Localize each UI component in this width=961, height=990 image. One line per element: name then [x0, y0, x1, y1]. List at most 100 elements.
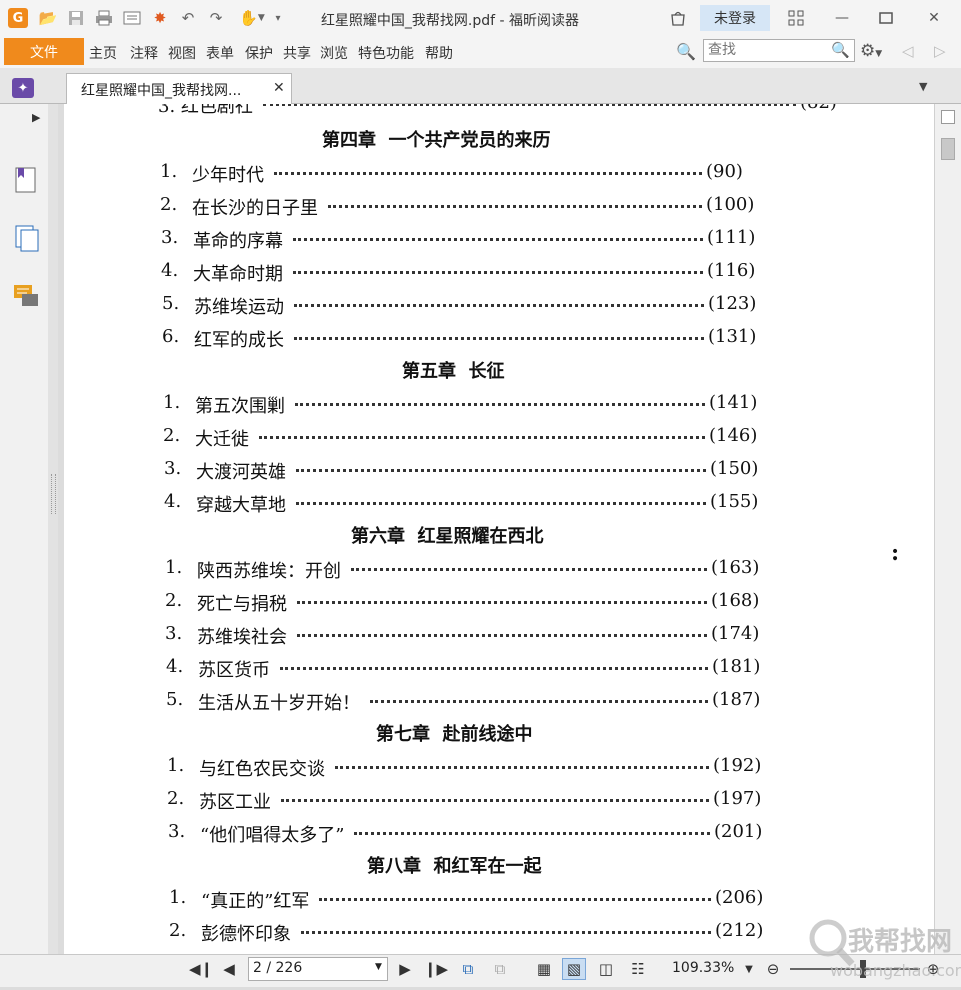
menu-features[interactable]: 特色功能 — [358, 43, 414, 63]
previous-page-icon[interactable]: ◀ — [218, 958, 240, 980]
properties-icon[interactable] — [122, 8, 142, 28]
toc-entry[interactable]: 2. 苏区工业 (197) — [167, 788, 777, 813]
toc-entry-page: (187) — [712, 689, 761, 710]
first-page-icon[interactable]: ◀❙ — [189, 958, 213, 980]
search-input[interactable] — [704, 40, 828, 60]
search-box[interactable]: 🔍 — [703, 39, 855, 62]
toc-entry[interactable]: 3. 革命的序幕 (111) — [161, 227, 771, 252]
page-number-field[interactable]: 2 / 226 ▼ — [248, 957, 388, 981]
toc-entry[interactable]: 3. 大渡河英雄 (150) — [164, 458, 774, 483]
save-icon[interactable] — [66, 8, 86, 28]
zoom-slider[interactable] — [790, 968, 920, 970]
toc-entry[interactable]: 4. 大革命时期 (116) — [161, 260, 771, 285]
next-page-icon[interactable]: ▶ — [394, 958, 416, 980]
new-file-icon[interactable]: ✸ — [150, 8, 170, 28]
store-bag-icon[interactable] — [664, 6, 692, 30]
menu-browse[interactable]: 浏览 — [320, 43, 348, 63]
continuous-page-icon[interactable]: ▧ — [562, 958, 586, 980]
zoom-dropdown-icon[interactable]: ▼ — [742, 958, 756, 980]
panel-splitter[interactable] — [48, 104, 58, 954]
scroll-up-button[interactable] — [941, 110, 955, 124]
chapter-heading: 第四章 一个共产党员的来历 — [322, 130, 551, 151]
toc-entry[interactable]: 6. 红军的成长 (131) — [162, 326, 772, 351]
toc-leader-dots — [301, 931, 711, 934]
continuous-facing-icon[interactable]: ☷ — [626, 958, 650, 980]
fullscreen-icon[interactable] — [782, 6, 810, 30]
toc-entry-page: (168) — [711, 590, 760, 611]
toc-leader-dots — [328, 205, 702, 208]
toc-leader-dots — [295, 403, 705, 406]
undo-icon[interactable]: ↶ — [178, 8, 198, 28]
scroll-thumb[interactable] — [941, 138, 955, 160]
toc-entry[interactable]: 2. 在长沙的日子里 (100) — [160, 194, 770, 219]
toc-entry[interactable]: 1. 与红色农民交谈 (192) — [167, 755, 777, 780]
toc-entry[interactable]: 4. 苏区货币 (181) — [166, 656, 776, 681]
toc-entry-title: 红军的成长 — [194, 330, 284, 351]
redo-icon[interactable]: ↷ — [206, 8, 226, 28]
print-icon[interactable] — [94, 8, 114, 28]
toc-entry[interactable]: 5. 生活从五十岁开始！ (187) — [166, 689, 776, 714]
chapter-heading: 第五章 长征 — [402, 361, 505, 382]
toc-entry-number: 5. — [162, 293, 180, 314]
toc-entry-page: (82) — [800, 104, 837, 113]
page-dropdown-icon[interactable]: ▼ — [375, 962, 382, 972]
menu-comment[interactable]: 注释 — [130, 43, 158, 63]
app-logo-icon[interactable]: G — [8, 8, 28, 28]
tab-title: 红星照耀中国_我帮找网... — [81, 83, 242, 99]
single-page-icon[interactable]: ▦ — [532, 958, 556, 980]
home-tab-icon[interactable]: ✦ — [12, 78, 34, 98]
menu-share[interactable]: 共享 — [283, 43, 311, 63]
next-view-icon[interactable]: ⧉ — [488, 958, 512, 980]
menu-view[interactable]: 视图 — [168, 43, 196, 63]
toc-entry[interactable]: 3. “他们唱得太多了” (201) — [168, 821, 778, 846]
toc-entry-number: 3. — [164, 458, 182, 479]
facing-pages-icon[interactable]: ◫ — [594, 958, 618, 980]
tab-close-icon[interactable]: ✕ — [273, 80, 285, 96]
status-bar — [0, 954, 961, 987]
search-icon[interactable]: 🔍 — [831, 41, 850, 59]
bookmarks-panel-icon[interactable] — [14, 166, 38, 198]
zoom-in-icon[interactable]: ⊕ — [922, 958, 944, 980]
toc-leader-dots — [293, 271, 703, 274]
menu-home[interactable]: 主页 — [89, 43, 117, 63]
nav-forward-icon[interactable]: ▷ — [934, 42, 946, 60]
toc-entry[interactable]: 1. 陕西苏维埃：开创 (163) — [165, 557, 775, 582]
restore-button[interactable] — [872, 6, 900, 30]
toc-entry-number: 2. — [160, 194, 178, 215]
pages-panel-icon[interactable] — [14, 224, 40, 256]
toc-entry[interactable]: 5. 苏维埃运动 (123) — [162, 293, 772, 318]
comments-panel-icon[interactable] — [12, 283, 40, 313]
toc-entry[interactable]: 4. 穿越大草地 (155) — [164, 491, 774, 516]
toc-entry-title: 苏维埃社会 — [197, 627, 287, 648]
settings-gear-icon[interactable]: ⚙▼ — [860, 41, 882, 61]
toc-entry[interactable]: 2. 死亡与捐税 (168) — [165, 590, 775, 615]
login-button[interactable]: 未登录 — [700, 5, 770, 31]
zoom-slider-thumb[interactable] — [860, 960, 866, 978]
find-folder-icon[interactable]: 🔍 — [676, 42, 696, 61]
toc-entry[interactable]: 3. 苏维埃社会 (174) — [165, 623, 775, 648]
open-folder-icon[interactable]: 📂 — [38, 8, 58, 28]
menu-help[interactable]: 帮助 — [425, 43, 453, 63]
toc-entry[interactable]: 2. 彭德怀印象 (212) — [169, 920, 779, 945]
tab-list-dropdown-icon[interactable]: ▼ — [919, 80, 927, 93]
menu-form[interactable]: 表单 — [206, 43, 234, 63]
menu-protect[interactable]: 保护 — [245, 43, 273, 63]
expand-panel-icon[interactable]: ▶ — [32, 111, 40, 124]
vertical-scrollbar[interactable] — [934, 104, 961, 954]
toc-entry[interactable]: 2. 大迁徙 (146) — [163, 425, 773, 450]
previous-view-icon[interactable]: ⧉ — [456, 958, 480, 980]
nav-back-icon[interactable]: ◁ — [902, 42, 914, 60]
zoom-out-icon[interactable]: ⊖ — [762, 958, 784, 980]
document-tab[interactable]: 红星照耀中国_我帮找网... ✕ — [66, 73, 292, 104]
menu-file[interactable]: 文件 — [4, 38, 84, 65]
toc-entry[interactable]: 1. 第五次围剿 (141) — [163, 392, 773, 417]
toc-entry-partial[interactable]: 3. 红色剧社 (82) — [158, 104, 837, 117]
toc-entry[interactable]: 1. “真正的”红军 (206) — [169, 887, 779, 912]
toc-entry[interactable]: 1. 少年时代 (90) — [160, 161, 770, 186]
toc-entry-title: 革命的序幕 — [193, 231, 283, 252]
minimize-button[interactable]: — — [828, 6, 856, 30]
zoom-level[interactable]: 109.33% — [672, 960, 734, 976]
toc-entry-number: 2. — [169, 920, 187, 941]
close-window-button[interactable]: ✕ — [920, 6, 948, 30]
last-page-icon[interactable]: ❙▶ — [424, 958, 448, 980]
